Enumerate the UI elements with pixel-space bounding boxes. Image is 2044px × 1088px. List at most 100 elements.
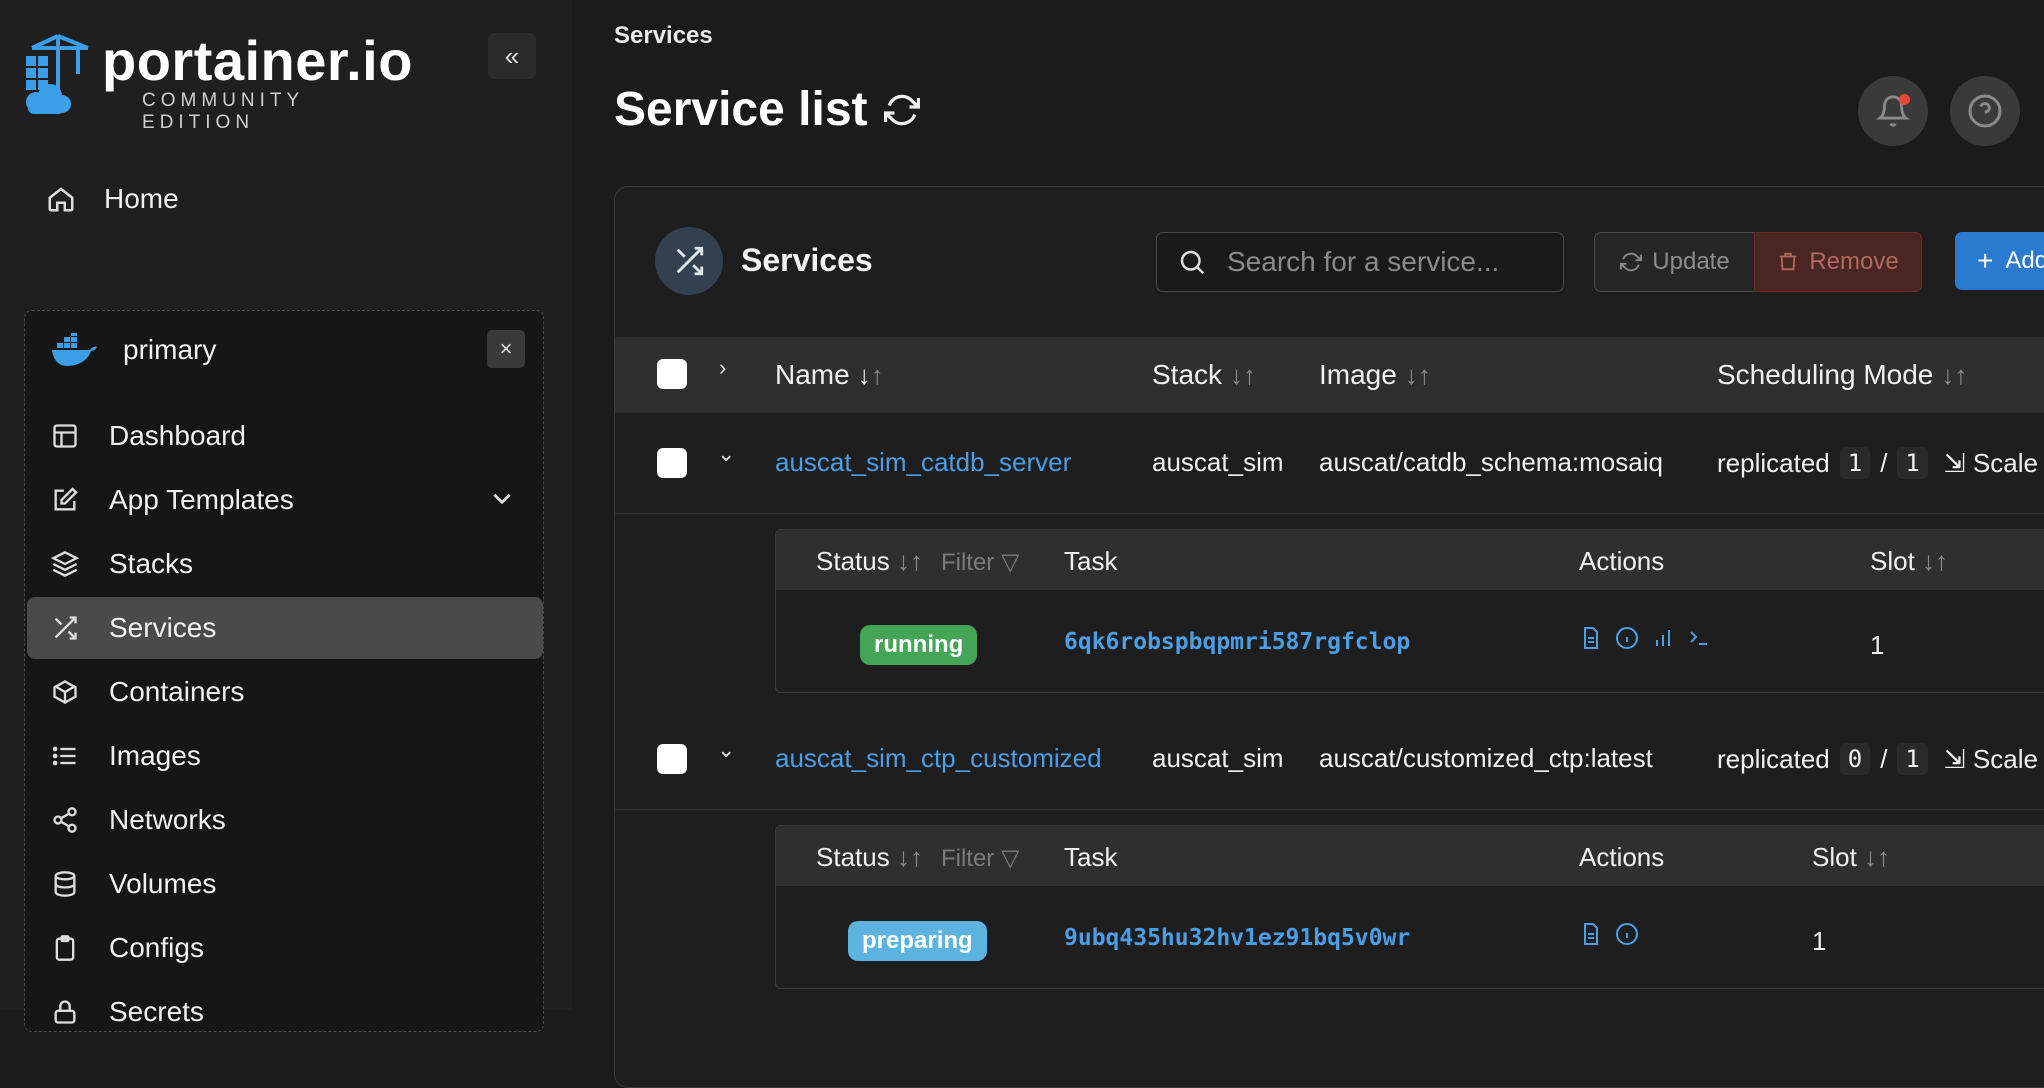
sidebar-item-services[interactable]: Services — [27, 597, 543, 659]
desired-count: 1 — [1897, 447, 1928, 479]
status-badge: running — [860, 625, 978, 665]
desired-count: 1 — [1897, 743, 1928, 775]
remove-button[interactable]: Remove — [1754, 232, 1922, 292]
stats-icon[interactable] — [1651, 626, 1675, 650]
task-actions — [1579, 626, 1711, 650]
share-icon — [49, 804, 81, 836]
refresh-icon[interactable] — [883, 92, 920, 128]
shuffle-icon — [676, 246, 704, 276]
status-badge: preparing — [848, 921, 987, 961]
sidebar-item-home[interactable]: Home — [46, 183, 179, 215]
add-service-button[interactable]: + Add — [1955, 232, 2044, 290]
running-count: 0 — [1839, 743, 1871, 775]
row-checkbox[interactable] — [657, 744, 687, 774]
chevron-down-icon[interactable]: ⌄ — [717, 737, 735, 763]
database-icon — [49, 868, 81, 900]
column-header-slot[interactable]: Slot ↓↑ — [1870, 546, 1948, 577]
select-all-checkbox[interactable] — [657, 359, 687, 389]
help-button[interactable] — [1950, 76, 2020, 146]
column-header-stack[interactable]: Stack ↓↑ — [1152, 359, 1256, 391]
sort-icon: ↓↑ — [896, 842, 923, 872]
collapse-sidebar-button[interactable]: « — [488, 33, 536, 79]
task-actions — [1579, 922, 1639, 946]
sidebar-item-label: Services — [109, 612, 217, 643]
info-icon[interactable] — [1615, 626, 1639, 650]
sidebar-item-label: Dashboard — [109, 420, 246, 451]
column-header-task: Task — [1064, 546, 1118, 576]
sidebar-item-dashboard[interactable]: Dashboard — [27, 405, 543, 467]
portainer-logo[interactable]: portainer.io COMMUNITY EDITION — [22, 29, 412, 133]
sidebar-item-label: Configs — [109, 932, 204, 963]
sidebar-item-secrets[interactable]: Secrets — [27, 981, 543, 1043]
scale-button[interactable]: ⇲ Scale — [1944, 448, 2038, 479]
column-header-status[interactable]: Status ↓↑ Filter ▽ — [816, 842, 1019, 873]
environment-close-button[interactable]: × — [487, 330, 525, 368]
update-button[interactable]: Update — [1594, 232, 1756, 292]
scale-button[interactable]: ⇲ Scale — [1944, 744, 2038, 775]
search-input[interactable] — [1225, 245, 1549, 279]
column-header-status[interactable]: Status ↓↑ Filter ▽ — [816, 546, 1019, 577]
chevron-right-icon[interactable]: › — [719, 355, 726, 381]
environment-header: primary — [51, 333, 216, 367]
notification-dot — [1899, 94, 1910, 105]
scheduling-mode: replicated 1 / 1 ⇲ Scale — [1717, 447, 2038, 479]
task-slot: 1 — [1812, 926, 1827, 956]
sidebar-item-app-templates[interactable]: App Templates — [27, 469, 543, 531]
logo-wordmark: portainer.io — [102, 29, 413, 92]
sidebar-item-volumes[interactable]: Volumes — [27, 853, 543, 915]
sidebar-item-networks[interactable]: Networks — [27, 789, 543, 851]
service-stack: auscat_sim — [1152, 743, 1284, 773]
column-header-actions: Actions — [1579, 546, 1665, 576]
task-slot: 1 — [1870, 630, 1885, 660]
status-filter[interactable]: Filter ▽ — [941, 549, 1019, 576]
sort-icon: ↓↑ — [1404, 360, 1431, 390]
tasks-header: Status ↓↑ Filter ▽ Task Actions Slot ↓↑ — [776, 530, 2044, 590]
remove-label: Remove — [1809, 248, 1899, 275]
column-header-slot[interactable]: Slot ↓↑ — [1812, 842, 1890, 873]
chevron-down-icon[interactable]: ⌄ — [717, 441, 735, 467]
layers-icon — [49, 548, 81, 580]
breadcrumb[interactable]: Services — [614, 22, 713, 50]
sidebar-item-label: Secrets — [109, 996, 204, 1027]
clipboard-icon — [49, 932, 81, 964]
docker-icon — [52, 333, 97, 366]
service-stack: auscat_sim — [1152, 447, 1284, 477]
sidebar-item-configs[interactable]: Configs — [27, 917, 543, 979]
logs-icon[interactable] — [1579, 626, 1603, 650]
box-icon — [49, 676, 81, 708]
sort-icon: ↓↑ — [896, 546, 923, 576]
sidebar-item-label: Networks — [109, 804, 226, 835]
task-id-link[interactable]: 6qk6robspbqpmri587rgfclop — [1064, 629, 1410, 655]
row-checkbox[interactable] — [657, 448, 687, 478]
sort-icon: ↓↑ — [857, 360, 884, 390]
sidebar-item-images[interactable]: Images — [27, 725, 543, 787]
column-header-image[interactable]: Image ↓↑ — [1319, 359, 1431, 391]
task-id-link[interactable]: 9ubq435hu32hv1ez91bq5v0wr — [1064, 925, 1410, 951]
sidebar-item-label: App Templates — [109, 484, 294, 515]
search-icon — [1180, 250, 1205, 275]
plus-icon: + — [1977, 245, 1994, 276]
logs-icon[interactable] — [1579, 922, 1603, 946]
status-filter[interactable]: Filter ▽ — [941, 845, 1019, 872]
column-header-scheduling-mode[interactable]: Scheduling Mode ↓↑ — [1717, 359, 1967, 391]
search-box[interactable] — [1156, 232, 1564, 292]
add-label: Add — [2005, 247, 2044, 274]
services-panel: Services Update Remove + Add › Name↓↑ St… — [614, 186, 2044, 1088]
sidebar-item-label: Images — [109, 740, 201, 771]
console-icon[interactable] — [1687, 626, 1711, 650]
notifications-button[interactable] — [1858, 76, 1928, 146]
sidebar-item-stacks[interactable]: Stacks — [27, 533, 543, 595]
double-chevron-left-icon: « — [504, 40, 520, 71]
column-header-name[interactable]: Name ↓↑ — [775, 359, 884, 391]
help-circle-icon — [1968, 94, 2002, 128]
service-name-link[interactable]: auscat_sim_ctp_customized — [775, 743, 1102, 774]
service-image: auscat/catdb_schema:mosaiq — [1319, 447, 1663, 477]
list-icon — [49, 740, 81, 772]
tasks-table: Status ↓↑ Filter ▽ Task Actions Slot ↓↑ p… — [775, 825, 2044, 989]
service-name-link[interactable]: auscat_sim_catdb_server — [775, 447, 1071, 478]
close-icon: × — [499, 336, 513, 361]
sidebar-item-containers[interactable]: Containers — [27, 661, 543, 723]
environment-name: primary — [123, 334, 217, 365]
page-title-text: Service list — [614, 83, 868, 136]
info-icon[interactable] — [1615, 922, 1639, 946]
